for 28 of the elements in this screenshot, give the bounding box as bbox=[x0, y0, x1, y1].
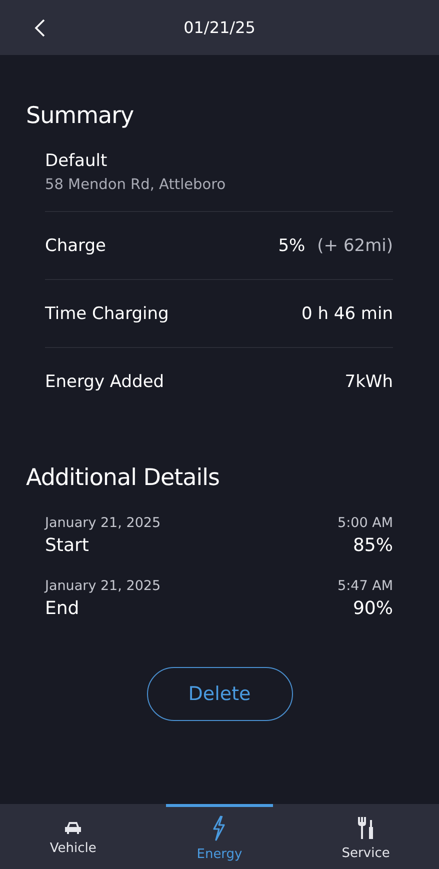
range-added: (+ 62mi) bbox=[317, 236, 393, 256]
nav-tab[interactable]: Vehicle bbox=[20, 804, 126, 869]
detail-value: 90% bbox=[352, 598, 393, 619]
nav-tab[interactable]: Service bbox=[312, 804, 419, 869]
car-icon bbox=[64, 820, 82, 834]
back-icon bbox=[34, 18, 46, 38]
detail-label: Start bbox=[45, 535, 89, 556]
nav-tab[interactable]: Energy bbox=[166, 804, 273, 869]
delete-button[interactable]: Delete bbox=[146, 667, 292, 721]
page-title: 01/21/25 bbox=[184, 18, 256, 37]
location-address: 58 Mendon Rd, Attleboro bbox=[45, 177, 227, 193]
section-title: Additional Details bbox=[26, 465, 221, 491]
row-label: Charge bbox=[45, 236, 106, 256]
row-label: Time Charging bbox=[45, 304, 169, 324]
tools-icon bbox=[356, 816, 375, 840]
section-title: Summary bbox=[26, 103, 135, 129]
row-value: 5% bbox=[278, 236, 306, 256]
detail-date: January 21, 2025 bbox=[45, 515, 161, 531]
location-name: Default bbox=[45, 151, 108, 171]
detail-date: January 21, 2025 bbox=[45, 578, 161, 594]
row-value: 0 h 46 min bbox=[302, 304, 393, 324]
row-value: 7kWh bbox=[344, 372, 393, 392]
lightning-icon bbox=[212, 814, 226, 840]
row-label: Energy Added bbox=[45, 372, 164, 392]
detail-value: 85% bbox=[352, 535, 393, 556]
detail-label: End bbox=[45, 598, 80, 619]
detail-time: 5:00 AM bbox=[338, 515, 393, 531]
detail-time: 5:47 AM bbox=[338, 578, 393, 594]
